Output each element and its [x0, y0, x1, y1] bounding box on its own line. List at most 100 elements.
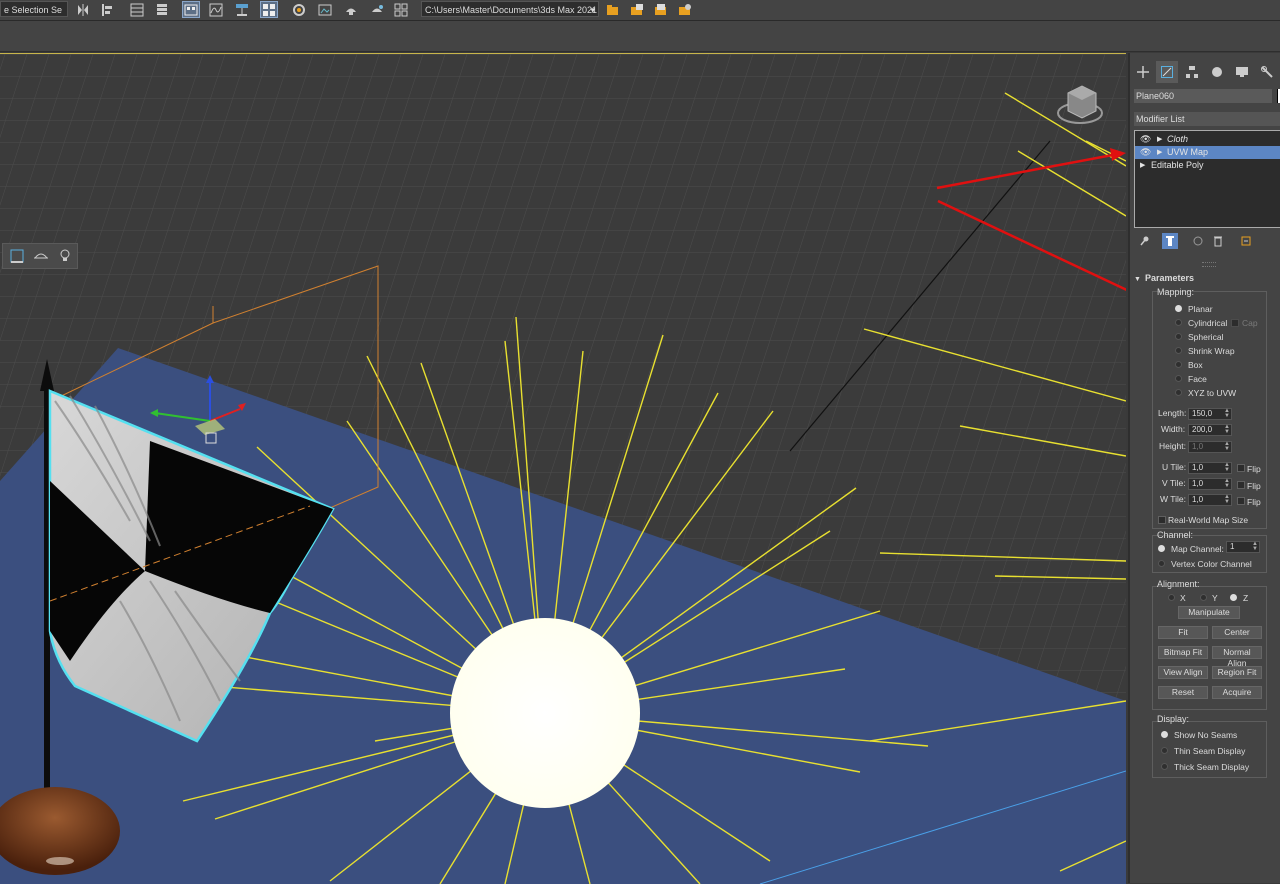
height-spinner[interactable]: 1,0 ▲ ▼ — [1188, 441, 1232, 453]
radio-vertex-color-channel[interactable] — [1158, 560, 1165, 567]
material-editor-icon[interactable] — [260, 1, 278, 18]
v-flip-checkbox[interactable] — [1237, 481, 1245, 489]
spinner-arrows-icon[interactable]: ▲ ▼ — [1224, 462, 1230, 473]
u-flip-checkbox[interactable] — [1237, 464, 1245, 472]
expand-triangle-icon[interactable]: ▶ — [1157, 146, 1162, 159]
teapot-render-icon[interactable] — [31, 246, 51, 266]
map-channel-spinner[interactable]: 1 ▲ ▼ — [1226, 541, 1260, 553]
radio-xyz-to-uvw[interactable] — [1175, 389, 1182, 396]
main-toolbar: e Selection Se C:\Users\Master\Documents… — [0, 0, 1280, 21]
render-in-cloud-icon[interactable] — [392, 1, 410, 18]
center-button[interactable]: Center — [1212, 626, 1262, 639]
create-tab-icon[interactable] — [1132, 61, 1154, 83]
bitmap-fit-button[interactable]: Bitmap Fit — [1158, 646, 1208, 659]
make-unique-icon[interactable] — [1190, 233, 1206, 249]
radio-shrink-wrap[interactable] — [1175, 347, 1182, 354]
radio-cylindrical[interactable] — [1175, 319, 1182, 326]
panel-splitter[interactable] — [1202, 262, 1216, 267]
layer-explorer-icon[interactable] — [153, 1, 171, 18]
radio-thin-seam-display[interactable] — [1161, 747, 1168, 754]
safe-frame-icon[interactable] — [7, 246, 27, 266]
schematic-view-icon[interactable] — [233, 1, 251, 18]
project-settings-icon[interactable] — [676, 1, 694, 18]
align-icon[interactable] — [98, 1, 116, 18]
cap-checkbox[interactable] — [1231, 319, 1239, 327]
axis-y-label: Y — [1212, 593, 1218, 603]
radio-box[interactable] — [1175, 361, 1182, 368]
reset-button[interactable]: Reset — [1158, 686, 1208, 699]
w-tile-spinner[interactable]: 1,0 ▲ ▼ — [1188, 494, 1232, 506]
eye-icon[interactable]: 👁 — [1140, 133, 1151, 146]
spinner-arrows-icon[interactable]: ▲ ▼ — [1224, 424, 1230, 435]
radio-spherical[interactable] — [1175, 333, 1182, 340]
utilities-tab-icon[interactable] — [1256, 61, 1278, 83]
parameters-rollout-header[interactable]: ▼ Parameters — [1134, 271, 1280, 285]
stack-item-uvw-map[interactable]: 👁 ▶ UVW Map — [1135, 146, 1280, 159]
lightbulb-icon[interactable] — [55, 246, 75, 266]
display-tab-icon[interactable] — [1231, 61, 1253, 83]
radio-axis-x[interactable] — [1168, 594, 1175, 601]
pin-stack-icon[interactable] — [1136, 233, 1152, 249]
radio-planar[interactable] — [1175, 305, 1182, 312]
map-channel-value: 1 — [1230, 542, 1235, 551]
u-tile-spinner[interactable]: 1,0 ▲ ▼ — [1188, 462, 1232, 474]
command-panel: Plane060 Modifier List 👁 ▶ Cloth 👁 ▶ UVW… — [1128, 53, 1280, 883]
rendered-frame-window-icon[interactable] — [316, 1, 334, 18]
toggle-ribbon-icon[interactable] — [182, 1, 200, 18]
show-end-result-icon[interactable] — [1162, 233, 1178, 249]
expand-triangle-icon[interactable]: ▶ — [1157, 133, 1162, 146]
render-activeshade-icon[interactable] — [368, 1, 386, 18]
region-fit-button[interactable]: Region Fit — [1212, 666, 1262, 679]
acquire-button[interactable]: Acquire — [1212, 686, 1262, 699]
normal-align-button[interactable]: Normal Align — [1212, 646, 1262, 668]
render-production-icon[interactable] — [342, 1, 360, 18]
label-spherical: Spherical — [1188, 332, 1224, 342]
render-setup-icon[interactable] — [290, 1, 308, 18]
height-value: 1,0 — [1192, 442, 1204, 451]
label-shrink-wrap: Shrink Wrap — [1188, 346, 1235, 356]
open-folder-icon[interactable] — [628, 1, 646, 18]
motion-tab-icon[interactable] — [1206, 61, 1228, 83]
hierarchy-tab-icon[interactable] — [1181, 61, 1203, 83]
radio-map-channel[interactable] — [1158, 545, 1165, 552]
eye-icon[interactable]: 👁 — [1140, 146, 1151, 159]
project-folder-icon[interactable] — [604, 1, 622, 18]
modify-tab-icon[interactable] — [1156, 61, 1178, 83]
radio-thick-seam-display[interactable] — [1161, 763, 1168, 770]
modifier-list-dropdown[interactable]: Modifier List — [1134, 112, 1280, 126]
radio-face[interactable] — [1175, 375, 1182, 382]
curve-editor-icon[interactable] — [207, 1, 225, 18]
viewport-mini-toolbar — [2, 243, 78, 269]
mirror-icon[interactable] — [74, 1, 92, 18]
radio-axis-z[interactable] — [1230, 594, 1237, 601]
radio-show-no-seams[interactable] — [1161, 731, 1168, 738]
stack-item-cloth[interactable]: 👁 ▶ Cloth — [1135, 133, 1280, 146]
command-panel-tabs — [1130, 61, 1280, 83]
real-world-map-size-checkbox[interactable] — [1158, 516, 1166, 524]
perspective-viewport[interactable] — [0, 53, 1126, 884]
spinner-arrows-icon[interactable]: ▲ ▼ — [1224, 494, 1230, 505]
w-tile-label: W Tile: — [1160, 494, 1186, 504]
spinner-arrows-icon[interactable]: ▲ ▼ — [1224, 408, 1230, 419]
view-align-button[interactable]: View Align — [1158, 666, 1208, 679]
spinner-arrows-icon[interactable]: ▲ ▼ — [1252, 541, 1258, 552]
fit-button[interactable]: Fit — [1158, 626, 1208, 639]
spinner-arrows-icon[interactable]: ▲ ▼ — [1224, 478, 1230, 489]
width-spinner[interactable]: 200,0 ▲ ▼ — [1188, 424, 1232, 436]
spinner-arrows-icon[interactable]: ▲ ▼ — [1224, 441, 1230, 452]
scene-explorer-icon[interactable] — [128, 1, 146, 18]
save-folder-icon[interactable] — [652, 1, 670, 18]
radio-axis-y[interactable] — [1200, 594, 1207, 601]
manipulate-button[interactable]: Manipulate — [1178, 606, 1240, 619]
expand-triangle-icon[interactable]: ▶ — [1140, 159, 1145, 172]
length-spinner[interactable]: 150,0 ▲ ▼ — [1188, 408, 1232, 420]
stack-toolbar — [1134, 233, 1280, 249]
stack-item-editable-poly[interactable]: ▶ Editable Poly — [1135, 159, 1280, 172]
v-tile-spinner[interactable]: 1,0 ▲ ▼ — [1188, 478, 1232, 490]
named-selection-set-dropdown[interactable]: e Selection Se — [0, 1, 68, 17]
project-folder-dropdown[interactable]: C:\Users\Master\Documents\3ds Max 2021 ▾ — [421, 1, 599, 17]
object-name-field[interactable]: Plane060 — [1134, 89, 1272, 103]
remove-modifier-icon[interactable] — [1210, 233, 1226, 249]
configure-modifier-sets-icon[interactable] — [1238, 233, 1254, 249]
w-flip-checkbox[interactable] — [1237, 497, 1245, 505]
